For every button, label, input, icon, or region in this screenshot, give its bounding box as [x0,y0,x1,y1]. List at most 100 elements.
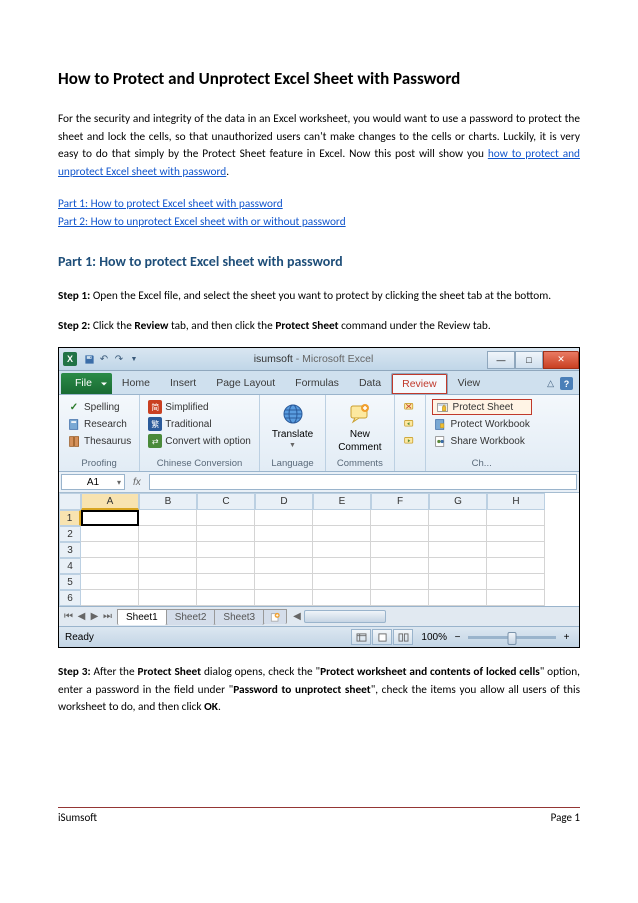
protect-sheet-button[interactable]: Protect Sheet [432,399,532,415]
cell[interactable] [255,590,313,606]
col-header[interactable]: F [371,493,429,510]
undo-icon[interactable]: ↶ [98,353,110,365]
sheet-tab-sheet3[interactable]: Sheet3 [214,609,264,625]
cell[interactable] [429,574,487,590]
next-comment-button[interactable] [401,433,419,449]
row-header[interactable]: 3 [59,542,81,558]
cell[interactable] [371,542,429,558]
cell[interactable] [81,542,139,558]
cell[interactable] [371,574,429,590]
cell[interactable] [429,510,487,526]
cell[interactable] [487,526,545,542]
row-header[interactable]: 2 [59,526,81,542]
delete-comment-button[interactable] [401,399,419,415]
tab-nav-first-icon[interactable]: ⏮ [62,611,75,622]
redo-icon[interactable]: ↷ [113,353,125,365]
fx-icon[interactable]: fx [127,472,147,492]
zoom-out-button[interactable]: − [451,631,464,644]
row-header[interactable]: 1 [59,510,81,526]
tab-nav-prev-icon[interactable]: ◀ [75,611,88,622]
cell[interactable] [429,542,487,558]
view-pagelayout-button[interactable] [372,629,392,645]
simplified-button[interactable]: 简Simplified [146,399,253,415]
cell[interactable] [139,510,197,526]
zoom-in-button[interactable]: + [560,631,573,644]
cell[interactable] [139,590,197,606]
cell[interactable] [139,558,197,574]
cell[interactable] [487,558,545,574]
thesaurus-button[interactable]: Thesaurus [65,433,133,449]
col-header[interactable]: G [429,493,487,510]
cell[interactable] [487,542,545,558]
cell[interactable] [139,542,197,558]
cell[interactable] [197,542,255,558]
cell[interactable] [255,558,313,574]
col-header[interactable]: D [255,493,313,510]
cell[interactable] [429,526,487,542]
name-box[interactable]: A1 [61,474,125,490]
convert-option-button[interactable]: ⇄Convert with option [146,433,253,449]
cell[interactable] [487,510,545,526]
tab-data[interactable]: Data [349,373,391,394]
horizontal-scrollbar[interactable]: ◀ [286,610,579,623]
maximize-button[interactable]: □ [515,351,543,369]
cell[interactable] [371,590,429,606]
row-header[interactable]: 5 [59,574,81,590]
research-button[interactable]: Research [65,416,133,432]
row-header[interactable]: 6 [59,590,81,606]
cell[interactable] [81,574,139,590]
cell[interactable] [81,558,139,574]
cell[interactable] [313,510,371,526]
col-header[interactable]: C [197,493,255,510]
tab-home[interactable]: Home [112,373,160,394]
cell[interactable] [197,590,255,606]
tab-nav-next-icon[interactable]: ▶ [88,611,101,622]
help-icon[interactable]: ? [560,377,573,390]
traditional-button[interactable]: 繁Traditional [146,416,253,432]
view-normal-button[interactable] [351,629,371,645]
cell[interactable] [255,510,313,526]
zoom-slider[interactable] [468,636,556,639]
cell[interactable] [487,590,545,606]
cell[interactable] [255,526,313,542]
toc-link-part2[interactable]: Part 2: How to unprotect Excel sheet wit… [58,213,580,231]
tab-page-layout[interactable]: Page Layout [206,373,285,394]
cell[interactable] [371,558,429,574]
cell[interactable] [429,590,487,606]
cell[interactable] [429,558,487,574]
tab-nav-last-icon[interactable]: ⏭ [101,611,114,622]
save-icon[interactable] [83,353,95,365]
qat-dropdown-icon[interactable]: ▼ [128,353,140,365]
cell[interactable] [313,590,371,606]
tab-view[interactable]: View [448,373,491,394]
cell[interactable] [371,510,429,526]
ribbon-collapse-icon[interactable]: △ [547,378,554,389]
cell[interactable] [255,574,313,590]
tab-file[interactable]: File [61,373,112,394]
spelling-button[interactable]: ✓Spelling [65,399,133,415]
cell[interactable] [139,574,197,590]
tab-review[interactable]: Review [391,373,447,394]
col-header[interactable]: H [487,493,545,510]
row-header[interactable]: 4 [59,558,81,574]
formula-input[interactable] [149,474,577,490]
close-button[interactable]: ✕ [543,351,579,369]
sheet-tab-sheet2[interactable]: Sheet2 [166,609,216,625]
cell[interactable] [81,510,139,526]
cell[interactable] [139,526,197,542]
minimize-button[interactable]: — [487,351,515,369]
share-workbook-button[interactable]: Share Workbook [432,433,532,449]
cell[interactable] [371,526,429,542]
cell[interactable] [197,558,255,574]
cell[interactable] [197,526,255,542]
prev-comment-button[interactable] [401,416,419,432]
select-all-corner[interactable] [59,493,81,510]
toc-link-part1[interactable]: Part 1: How to protect Excel sheet with … [58,195,580,213]
new-sheet-button[interactable] [263,609,287,624]
tab-formulas[interactable]: Formulas [285,373,349,394]
new-comment-button[interactable]: New Comment [332,399,387,455]
cell[interactable] [81,590,139,606]
cell[interactable] [313,526,371,542]
cell[interactable] [313,574,371,590]
cell[interactable] [255,542,313,558]
